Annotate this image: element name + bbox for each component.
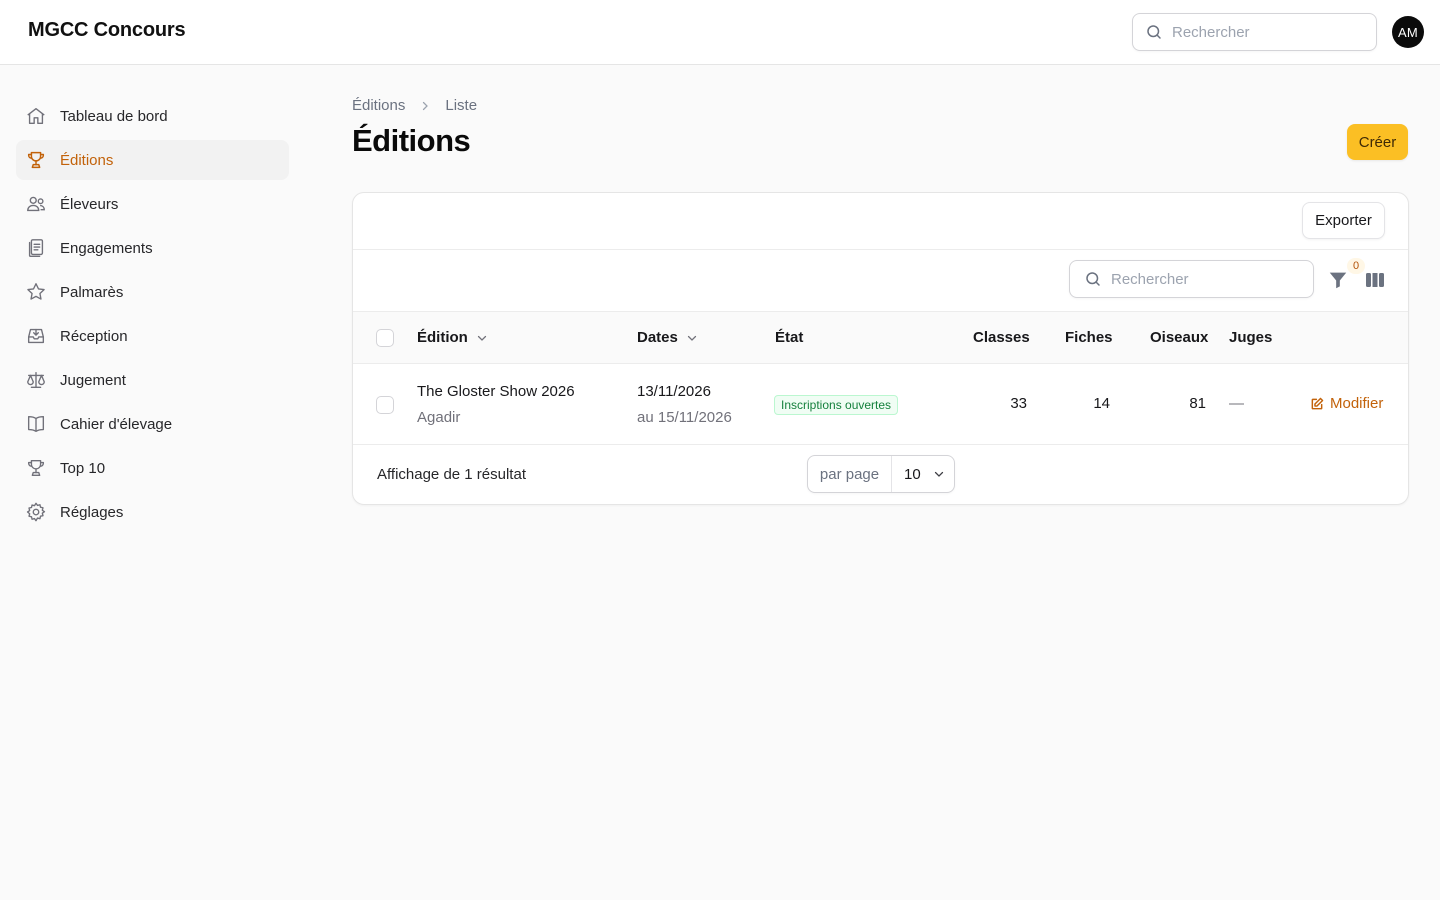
search-icon bbox=[1086, 272, 1100, 286]
create-button[interactable]: Créer bbox=[1347, 124, 1408, 160]
edition-name: The Gloster Show 2026 bbox=[417, 383, 575, 400]
column-header-etat: État bbox=[775, 329, 804, 346]
filter-icon[interactable] bbox=[1327, 269, 1349, 291]
sidebar-item-label: Engagements bbox=[60, 239, 153, 257]
sidebar-item-engagements[interactable]: Engagements bbox=[16, 228, 289, 268]
sidebar-item-tableau-de-bord[interactable]: Tableau de bord bbox=[16, 96, 289, 136]
sidebar-item-label: Palmarès bbox=[60, 283, 124, 301]
status-badge: Inscriptions ouvertes bbox=[774, 395, 899, 415]
export-button[interactable]: Exporter bbox=[1302, 202, 1385, 239]
edit-button[interactable]: Modifier bbox=[1310, 395, 1383, 412]
chevron-down-icon bbox=[934, 471, 943, 477]
column-header-edition[interactable]: Édition bbox=[417, 329, 488, 346]
sidebar-item-label: Top 10 bbox=[60, 459, 106, 477]
breadcrumb-current: Liste bbox=[445, 97, 478, 114]
breadcrumb-parent[interactable]: Éditions bbox=[352, 97, 405, 114]
page-title: Éditions bbox=[352, 123, 471, 158]
chevron-down-icon bbox=[477, 335, 486, 341]
user-avatar[interactable]: AM bbox=[1392, 16, 1424, 48]
column-header-fiches: Fiches bbox=[1065, 329, 1113, 346]
sidebar-item-reception[interactable]: Réception bbox=[16, 316, 289, 356]
sidebar-item-palmares[interactable]: Palmarès bbox=[16, 272, 289, 312]
book-icon bbox=[27, 415, 45, 433]
sidebar-item-label: Éditions bbox=[60, 151, 114, 169]
table-search-placeholder: Rechercher bbox=[1111, 270, 1189, 288]
fiches-count: 14 bbox=[1093, 395, 1110, 412]
clipboard-list-icon bbox=[28, 239, 44, 257]
columns-icon[interactable] bbox=[1365, 270, 1385, 290]
per-page-value: 10 bbox=[904, 465, 921, 483]
chevron-right-icon bbox=[419, 100, 431, 112]
chevron-down-icon bbox=[687, 335, 696, 341]
home-icon bbox=[27, 107, 45, 125]
sidebar-item-eleveurs[interactable]: Éleveurs bbox=[16, 184, 289, 224]
sidebar-item-jugement[interactable]: Jugement bbox=[16, 360, 289, 400]
divider bbox=[353, 444, 1408, 445]
inbox-icon bbox=[27, 328, 45, 344]
sidebar-item-label: Tableau de bord bbox=[60, 107, 168, 125]
global-search-input[interactable]: Rechercher bbox=[1132, 13, 1377, 51]
juges-value: — bbox=[1229, 395, 1244, 412]
divider bbox=[353, 249, 1408, 250]
per-page-select[interactable]: par page 10 bbox=[807, 455, 955, 493]
per-page-label: par page bbox=[808, 456, 892, 492]
column-header-oiseaux: Oiseaux bbox=[1150, 329, 1209, 346]
sidebar-item-top-10[interactable]: Top 10 bbox=[16, 448, 289, 488]
edit-label: Modifier bbox=[1330, 395, 1384, 412]
result-count: Affichage de 1 résultat bbox=[377, 466, 526, 483]
search-icon bbox=[1147, 25, 1161, 39]
scale-icon bbox=[27, 371, 45, 389]
row-checkbox[interactable] bbox=[376, 396, 394, 414]
divider bbox=[353, 363, 1408, 364]
breadcrumb: Éditions Liste bbox=[352, 97, 477, 114]
table-header: Édition Dates État Classes Fiches Oiseau… bbox=[353, 311, 1408, 364]
edition-date-start: 13/11/2026 bbox=[637, 383, 711, 400]
sidebar-item-label: Réglages bbox=[60, 503, 124, 521]
column-header-label: Édition bbox=[417, 329, 468, 346]
column-header-juges: Juges bbox=[1229, 329, 1273, 346]
oiseaux-count: 81 bbox=[1189, 395, 1206, 412]
editions-table-card: Exporter Rechercher 0 Édition Dates État… bbox=[352, 192, 1409, 505]
users-icon bbox=[27, 196, 45, 212]
edition-location: Agadir bbox=[417, 409, 461, 426]
edit-icon bbox=[1311, 397, 1324, 409]
trophy-icon bbox=[27, 151, 45, 169]
per-page-value-select[interactable]: 10 bbox=[892, 456, 954, 492]
sidebar: Tableau de bord Éditions Éleveurs Engage… bbox=[16, 96, 289, 536]
divider bbox=[353, 311, 1408, 312]
edition-date-end: au 15/11/2026 bbox=[637, 409, 732, 426]
column-header-classes: Classes bbox=[973, 329, 1030, 346]
star-icon bbox=[27, 283, 45, 300]
classes-count: 33 bbox=[1010, 395, 1027, 412]
sidebar-item-cahier-d-elevage[interactable]: Cahier d'élevage bbox=[16, 404, 289, 444]
sidebar-item-label: Éleveurs bbox=[60, 195, 119, 213]
trophy-icon bbox=[27, 459, 45, 477]
gear-icon bbox=[26, 502, 46, 522]
sidebar-item-editions[interactable]: Éditions bbox=[16, 140, 289, 180]
sidebar-item-label: Jugement bbox=[60, 371, 126, 389]
sidebar-item-reglages[interactable]: Réglages bbox=[16, 492, 289, 532]
filter-count-badge: 0 bbox=[1347, 258, 1365, 274]
top-bar: MGCC Concours Rechercher AM bbox=[0, 0, 1440, 65]
sidebar-item-label: Cahier d'élevage bbox=[60, 415, 173, 433]
column-header-dates[interactable]: Dates bbox=[637, 329, 698, 346]
column-header-label: Dates bbox=[637, 329, 678, 346]
select-all-checkbox[interactable] bbox=[376, 329, 394, 347]
table-search-input[interactable]: Rechercher bbox=[1069, 260, 1314, 298]
global-search-placeholder: Rechercher bbox=[1172, 23, 1250, 41]
sidebar-item-label: Réception bbox=[60, 327, 128, 345]
app-brand[interactable]: MGCC Concours bbox=[28, 19, 186, 42]
